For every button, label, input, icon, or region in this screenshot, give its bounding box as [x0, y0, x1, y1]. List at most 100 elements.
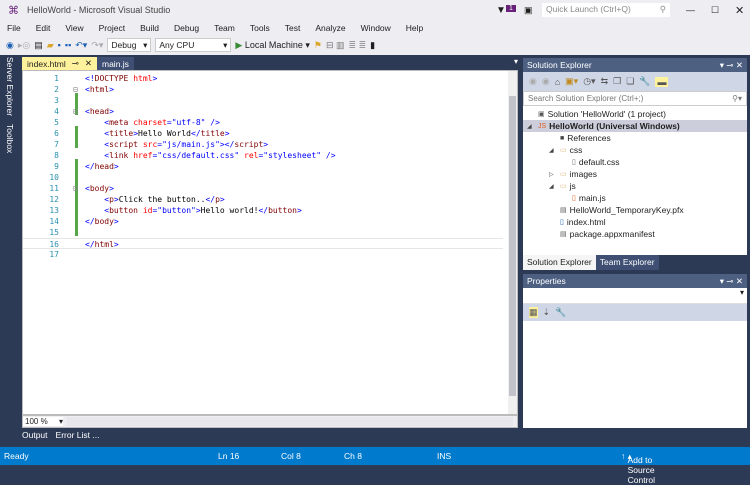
history-icon[interactable]: ◷▾ — [583, 76, 595, 87]
run-button[interactable]: ▶ Local Machine ▾ — [235, 40, 310, 51]
back-icon[interactable]: ◉ — [6, 40, 14, 51]
menu-debug[interactable]: Debug — [167, 23, 207, 33]
tab-overflow-icon[interactable]: ▾ — [514, 57, 518, 66]
tree-item[interactable]: ◢ ▭ css — [549, 144, 582, 156]
property-pages-icon[interactable]: 🔧 — [555, 307, 566, 318]
menu-build[interactable]: Build — [133, 23, 167, 33]
categorized-icon[interactable]: ▦ — [529, 307, 538, 318]
save-all-icon[interactable]: ▪▪ — [65, 40, 71, 50]
toolbox-tab[interactable]: Toolbox — [5, 124, 15, 153]
menu-help[interactable]: Help — [399, 23, 431, 33]
forward-icon[interactable]: ◉ — [542, 76, 550, 87]
code-line[interactable]: 7 <script src="js/main.js"></script> — [23, 139, 503, 150]
step-icon[interactable]: ⊟ ▥ — [326, 40, 345, 51]
add-to-source-control-button[interactable]: ↑ Add to Source Control ▴ — [621, 451, 655, 485]
platform-select[interactable]: Any CPU ▾ — [155, 38, 232, 52]
code-line[interactable]: 4 ⊟ <head> — [23, 106, 503, 117]
code-line[interactable]: 16 </html> — [23, 238, 503, 249]
new-project-icon[interactable]: ▤ — [34, 40, 43, 51]
close-tab-icon[interactable]: ✕ — [85, 58, 92, 69]
code-line[interactable]: 5 <meta charset="utf-8" /> — [23, 117, 503, 128]
show-all-icon[interactable]: ❏ — [626, 76, 634, 87]
tab-index-html[interactable]: index.html ⊸ ✕ — [22, 57, 97, 70]
notification-badge[interactable]: 1 — [506, 5, 516, 12]
output-tab[interactable]: Output — [22, 430, 48, 440]
fold-toggle-icon[interactable]: ⊟ — [73, 106, 78, 117]
solution-search-input[interactable]: Search Solution Explorer (Ctrl+;) ⚲▾ — [523, 91, 747, 106]
code-line[interactable]: 10 — [23, 172, 503, 183]
panel-controls[interactable]: ▾ ⊸ ✕ — [720, 60, 743, 71]
error-list-tab[interactable]: Error List ... — [56, 430, 100, 440]
filter-icon[interactable]: ▼ — [496, 5, 506, 16]
fold-toggle-icon[interactable]: ⊟ — [73, 183, 78, 194]
fold-toggle-icon[interactable]: ⊟ — [73, 84, 78, 95]
feedback-icon[interactable]: ▣ — [524, 5, 533, 16]
code-line[interactable]: 13 <button id="button">Hello world!</but… — [23, 205, 503, 216]
code-line[interactable]: 2 ⊟ <html> — [23, 84, 503, 95]
maximize-button[interactable]: ☐ — [711, 5, 719, 16]
collapse-icon[interactable]: ❐ — [613, 76, 621, 87]
code-line[interactable]: 1 <!DOCTYPE html> — [23, 73, 503, 84]
expander-icon[interactable]: ▷ — [549, 171, 557, 178]
tree-item[interactable]: ▤ HelloWorld_TemporaryKey.pfx — [549, 204, 684, 216]
pin-icon[interactable]: ⊸ — [72, 58, 79, 69]
code-line[interactable]: 8 <link href="css/default.css" rel="styl… — [23, 150, 503, 161]
code-line[interactable]: 15 — [23, 227, 503, 238]
close-button[interactable]: ✕ — [735, 4, 744, 17]
expander-icon[interactable]: ◢ — [549, 183, 557, 190]
browser-link-icon[interactable]: ⚑ — [314, 40, 322, 51]
open-icon[interactable]: ▰ — [47, 40, 54, 51]
forward-icon[interactable]: ▸◎ — [18, 40, 30, 51]
menu-file[interactable]: File — [0, 23, 29, 33]
menu-project[interactable]: Project — [92, 23, 133, 33]
home-icon[interactable]: ⌂ — [555, 77, 560, 87]
code-line[interactable]: 12 <p>Click the button..</p> — [23, 194, 503, 205]
tree-item[interactable]: ▯ index.html — [549, 216, 606, 228]
panel-controls[interactable]: ▾ ⊸ ✕ — [720, 276, 743, 287]
code-editor[interactable]: 1 <!DOCTYPE html> 2 ⊟ <html> 3 4 ⊟ <head> 5 <meta… — [22, 70, 518, 415]
expander-icon[interactable]: ◢ — [549, 147, 557, 154]
tree-item[interactable]: ▯ main.js — [561, 192, 606, 204]
tab-team-explorer[interactable]: Team Explorer — [595, 255, 659, 270]
preview-icon[interactable]: ▬ — [655, 76, 669, 87]
menu-analyze[interactable]: Analyze — [308, 23, 353, 33]
redo-icon[interactable]: ↷▾ — [91, 40, 103, 51]
code-line[interactable]: 6 <title>Hello World</title> — [23, 128, 503, 139]
minimize-button[interactable]: — — [686, 5, 695, 15]
code-line[interactable]: 11 ⊟ <body> — [23, 183, 503, 194]
tree-item[interactable]: ▷ ▭ images — [549, 168, 597, 180]
menu-window[interactable]: Window — [354, 23, 399, 33]
server-explorer-tab[interactable]: Server Explorer — [5, 57, 15, 116]
vertical-scrollbar[interactable] — [508, 71, 517, 414]
menu-tools[interactable]: Tools — [243, 23, 278, 33]
properties-icon[interactable]: 🔧 — [639, 76, 650, 87]
code-line[interactable]: 17 — [23, 249, 503, 260]
tab-solution-explorer[interactable]: Solution Explorer — [523, 255, 596, 270]
object-select[interactable]: ▾ — [523, 288, 747, 304]
tree-item[interactable]: ▯ default.css — [561, 156, 620, 168]
configuration-select[interactable]: Debug ▾ — [107, 38, 152, 52]
code-line[interactable]: 9 </head> — [23, 161, 503, 172]
tree-item[interactable]: ◢ ▭ js — [549, 180, 576, 192]
save-icon[interactable]: ▪ — [58, 40, 61, 50]
alphabetical-icon[interactable]: ⇣ — [543, 307, 551, 318]
code-line[interactable]: 3 — [23, 95, 503, 106]
tree-item[interactable]: ▤ package.appxmanifest — [549, 228, 655, 240]
undo-icon[interactable]: ↶▾ — [75, 40, 87, 51]
back-icon[interactable]: ◉ — [529, 76, 537, 87]
tree-item[interactable]: ■ References — [549, 132, 611, 144]
zoom-select[interactable]: 100 % ▾ — [23, 417, 63, 426]
menu-team[interactable]: Team — [207, 23, 243, 33]
menu-test[interactable]: Test — [278, 23, 309, 33]
expander-icon[interactable]: ◢ — [527, 123, 535, 130]
menu-edit[interactable]: Edit — [29, 23, 59, 33]
indent-icon[interactable]: ≣ ≣ — [349, 40, 367, 51]
quick-launch-input[interactable]: Quick Launch (Ctrl+Q) ⚲ — [542, 3, 670, 17]
tree-item[interactable]: ▣ Solution 'HelloWorld' (1 project) — [527, 108, 666, 120]
menu-view[interactable]: View — [58, 23, 91, 33]
code-line[interactable]: 14 </body> — [23, 216, 503, 227]
switch-views-icon[interactable]: ▣▾ — [565, 76, 578, 87]
horizontal-scrollbar[interactable] — [67, 417, 513, 426]
tree-item[interactable]: ◢ JS HelloWorld (Universal Windows) — [527, 120, 680, 132]
sync-icon[interactable]: ⇆ — [601, 76, 609, 87]
